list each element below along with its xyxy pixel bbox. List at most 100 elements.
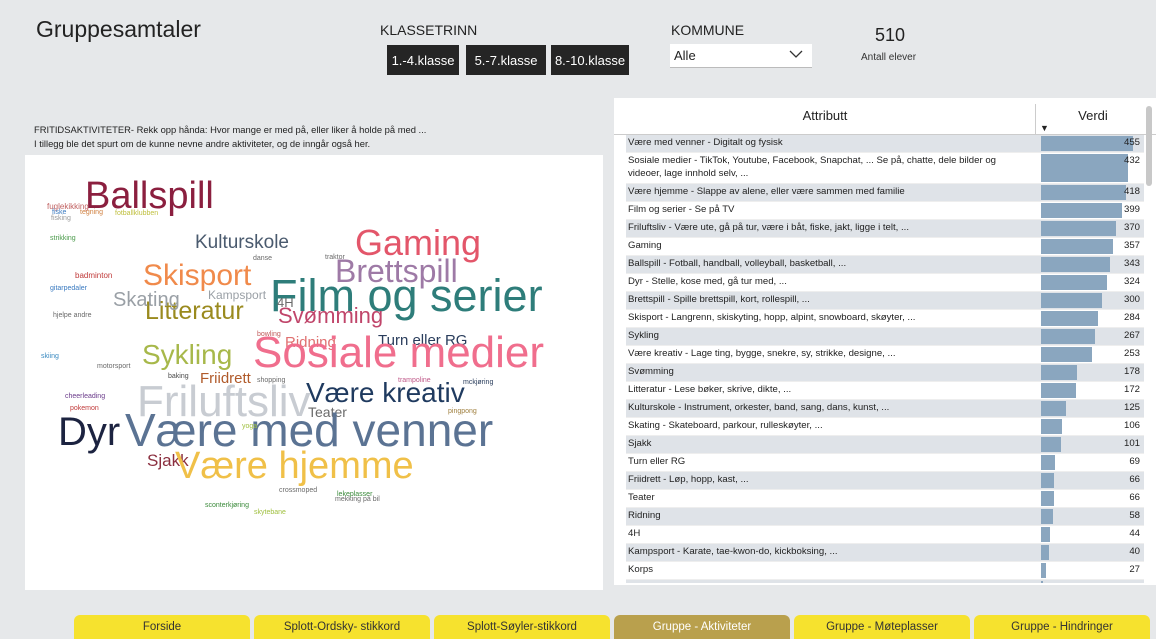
table-row[interactable]: Friluftsliv - Være ute, gå på tur, være …	[626, 220, 1144, 238]
row-value: 178	[1123, 366, 1140, 377]
word-cloud-word: yoga	[242, 423, 258, 430]
row-value: 324	[1123, 276, 1140, 287]
row-value-bar	[1041, 293, 1102, 308]
row-attribute: Dyr - Stelle, kose med, gå tur med, ...	[628, 276, 787, 287]
question-text: FRITIDSAKTIVITETER- Rekk opp hånda: Hvor…	[34, 123, 426, 151]
word-cloud-word: bowling	[257, 331, 281, 338]
table-row[interactable]: Være med venner - Digitalt og fysisk 455	[626, 135, 1144, 153]
row-value-bar	[1041, 455, 1055, 470]
word-cloud-word: fisking	[51, 215, 71, 222]
nav-tab[interactable]: Splott-Ordsky- stikkord	[254, 615, 430, 639]
row-value: 40	[1129, 546, 1140, 557]
row-value-bar	[1041, 365, 1077, 380]
row-value-bar	[1041, 509, 1053, 524]
question-line-2: I tillegg ble det spurt om de kunne nevn…	[34, 138, 371, 149]
row-value-bar	[1041, 311, 1098, 326]
word-cloud-word: 4H	[277, 295, 294, 310]
word-cloud-word: traktor	[325, 254, 345, 261]
table-row[interactable]: skyting 10	[626, 580, 1144, 583]
word-cloud-word: Skisport	[143, 259, 252, 292]
table-header: Attributt Verdi ▼	[614, 98, 1156, 135]
table-row[interactable]: Svømming 178	[626, 364, 1144, 382]
table-row[interactable]: Skisport - Langrenn, skiskyting, hopp, a…	[626, 310, 1144, 328]
klassetrinn-button-1-4[interactable]: 1.-4.klasse	[387, 45, 459, 75]
word-cloud-word: danse	[253, 255, 273, 262]
student-count-label: Antall elever	[861, 52, 917, 63]
word-cloud-word: skiing	[41, 353, 59, 360]
row-value: 267	[1123, 330, 1140, 341]
nav-tab[interactable]: Gruppe - Hindringer	[974, 615, 1150, 639]
row-attribute: Være kreativ - Lage ting, bygge, snekre,…	[628, 348, 896, 359]
word-cloud-word: sconterkjøring	[205, 502, 249, 509]
row-value-bar	[1041, 257, 1110, 272]
nav-tab[interactable]: Splott-Søyler-stikkord	[434, 615, 610, 639]
table-row[interactable]: Skating - Skateboard, parkour, rulleskøy…	[626, 418, 1144, 436]
sort-desc-icon[interactable]: ▼	[1040, 123, 1049, 133]
nav-tab[interactable]: Gruppe - Aktiviteter	[614, 615, 790, 639]
word-cloud-word: trampoline	[398, 377, 431, 384]
scrollbar[interactable]	[1146, 106, 1152, 186]
row-value: 125	[1123, 402, 1140, 413]
row-attribute: Litteratur - Lese bøker, skrive, dikte, …	[628, 384, 792, 395]
klassetrinn-button-5-7[interactable]: 5.-7.klasse	[466, 45, 546, 75]
table-row[interactable]: Brettspill - Spille brettspill, kort, ro…	[626, 292, 1144, 310]
table-row[interactable]: Teater 66	[626, 490, 1144, 508]
row-value-bar	[1041, 419, 1062, 434]
row-value-bar	[1041, 581, 1043, 583]
table-row[interactable]: Kulturskole - Instrument, orkester, band…	[626, 400, 1144, 418]
table-row[interactable]: Friidrett - Løp, hopp, kast, ... 66	[626, 472, 1144, 490]
table-row[interactable]: Være kreativ - Lage ting, bygge, snekre,…	[626, 346, 1144, 364]
row-value-bar	[1041, 203, 1122, 218]
row-value: 357	[1123, 240, 1140, 251]
table-row[interactable]: Kampsport - Karate, tae-kwon-do, kickbok…	[626, 544, 1144, 562]
column-header-value[interactable]: Verdi	[1038, 108, 1148, 123]
word-cloud-word: Kulturskole	[195, 232, 289, 253]
table-row[interactable]: Sjakk 101	[626, 436, 1144, 454]
row-value: 106	[1123, 420, 1140, 431]
row-value-bar	[1041, 136, 1133, 151]
row-value-bar	[1041, 545, 1049, 560]
word-cloud-word: badminton	[75, 271, 113, 280]
row-value-bar	[1041, 239, 1113, 254]
row-attribute: Teater	[628, 492, 655, 503]
table-row[interactable]: Ridning 58	[626, 508, 1144, 526]
column-divider	[1035, 104, 1036, 134]
row-attribute: Korps	[628, 564, 654, 575]
word-cloud-word: motorsport	[97, 363, 131, 370]
row-attribute: Ballspill - Fotball, handball, volleybal…	[628, 258, 847, 269]
column-header-attribute[interactable]: Attributt	[614, 108, 1036, 123]
nav-tab[interactable]: Forside	[74, 615, 250, 639]
row-value-bar	[1041, 473, 1054, 488]
word-cloud-word: mekking på bil	[335, 496, 380, 503]
row-attribute: Være hjemme - Slappe av alene, eller vær…	[628, 186, 905, 197]
word-cloud-word: Sykling	[142, 339, 233, 370]
row-attribute: Være med venner - Digitalt og fysisk	[628, 137, 783, 148]
table-row[interactable]: Sykling 267	[626, 328, 1144, 346]
table-row[interactable]: Sosiale medier - TikTok, Youtube, Facebo…	[626, 153, 1144, 184]
row-value-bar	[1041, 275, 1107, 290]
row-value: 399	[1123, 204, 1140, 215]
table-row[interactable]: 4H 44	[626, 526, 1144, 544]
table-row[interactable]: Film og serier - Se på TV 399	[626, 202, 1144, 220]
row-value-bar	[1041, 401, 1066, 416]
word-cloud-word: strikking	[50, 235, 76, 242]
kommune-selected-value: Alle	[674, 48, 696, 63]
table-row[interactable]: Dyr - Stelle, kose med, gå tur med, ... 3…	[626, 274, 1144, 292]
row-value: 66	[1129, 474, 1140, 485]
kommune-dropdown[interactable]: Alle	[670, 44, 812, 68]
row-value-bar	[1041, 527, 1050, 542]
table-row[interactable]: Litteratur - Lese bøker, skrive, dikte, …	[626, 382, 1144, 400]
klassetrinn-button-8-10[interactable]: 8.-10.klasse	[551, 45, 629, 75]
row-value-bar	[1041, 491, 1054, 506]
table-row[interactable]: Ballspill - Fotball, handball, volleybal…	[626, 256, 1144, 274]
table-row[interactable]: Være hjemme - Slappe av alene, eller vær…	[626, 184, 1144, 202]
row-value: 69	[1129, 456, 1140, 467]
table-row[interactable]: Gaming 357	[626, 238, 1144, 256]
word-cloud-word: Skating	[113, 289, 180, 311]
nav-tab[interactable]: Gruppe - Møteplasser	[794, 615, 970, 639]
word-cloud-word: Kampsport	[208, 288, 267, 302]
table-row[interactable]: Turn eller RG 69	[626, 454, 1144, 472]
word-cloud-word: cheerleading	[65, 393, 106, 400]
row-value: 172	[1123, 384, 1140, 395]
table-row[interactable]: Korps 27	[626, 562, 1144, 580]
